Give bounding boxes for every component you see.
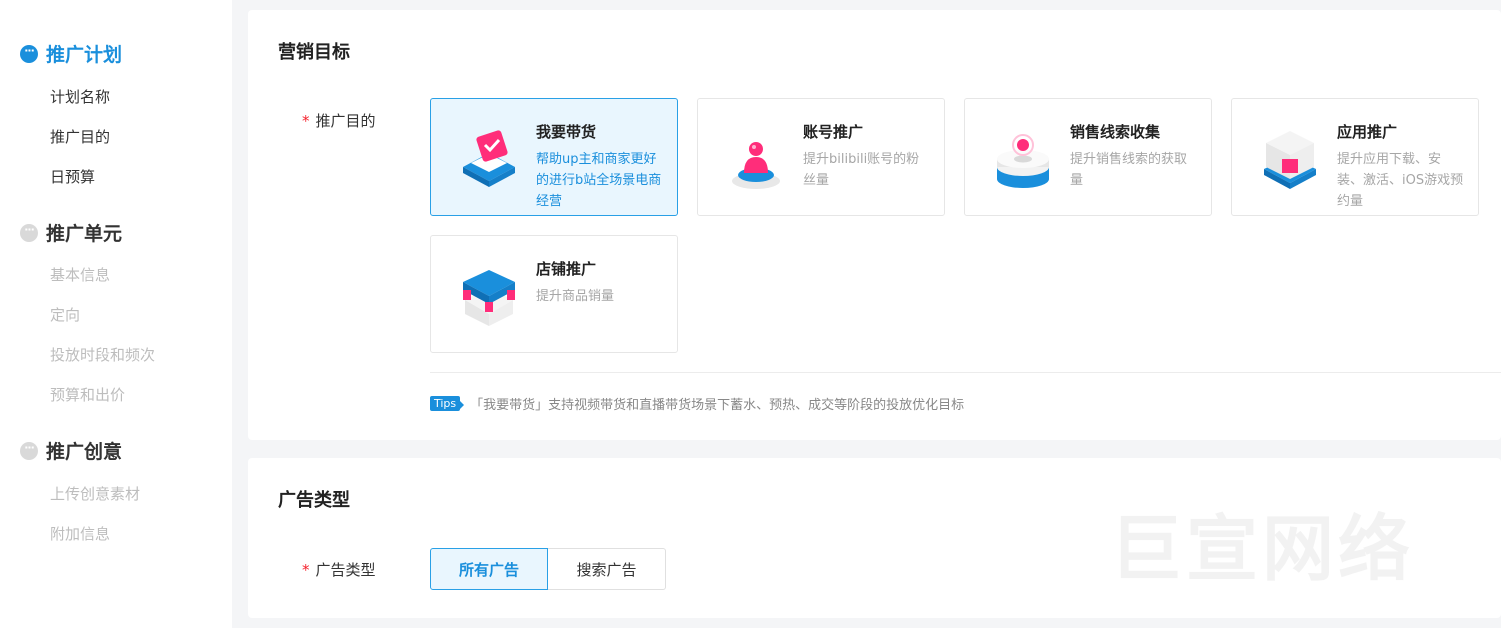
option-desc: 帮助up主和商家更好的进行b站全场景电商经营 (536, 152, 662, 209)
tips-badge: Tips (430, 396, 465, 411)
sidebar-nav: 推广计划 计划名称 推广目的 日预算 推广单元 基本信息 定向 投放时段和频次 … (0, 0, 232, 628)
option-store-promotion[interactable]: 店铺推广 提升商品销量 (430, 235, 678, 353)
sidebar-item-targeting[interactable]: 定向 (50, 304, 80, 325)
tips-row: Tips 「我要带货」支持视频带货和直播带货场景下蓄水、预热、成交等阶段的投放优… (430, 394, 964, 413)
marketing-goal-panel: 营销目标 * 推广目的 我要带货 帮助up主和商家更好的进行b站全场景电商经营 账… (248, 10, 1501, 440)
option-lead-collection[interactable]: 销售线索收集 提升销售线索的获取量 (964, 98, 1212, 216)
sidebar-item-plan-name[interactable]: 计划名称 (50, 86, 110, 107)
step-title: 推广计划 (46, 44, 123, 66)
step-inactive-icon (20, 223, 38, 242)
option-desc: 提升应用下载、安装、激活、iOS游戏预约量 (1337, 152, 1464, 209)
step-promotion-unit[interactable]: 推广单元 (20, 219, 122, 246)
shopping-bag-icon (463, 130, 515, 187)
ad-type-search-button[interactable]: 搜索广告 (548, 548, 666, 590)
required-mark: * (302, 112, 310, 130)
sidebar-item-basic-info[interactable]: 基本信息 (50, 264, 110, 285)
sidebar-item-upload-creative[interactable]: 上传创意素材 (50, 483, 140, 504)
panel-title: 广告类型 (278, 490, 350, 511)
account-person-icon (732, 142, 780, 189)
lead-collection-icon (997, 134, 1049, 188)
step-promotion-plan[interactable]: 推广计划 (20, 40, 122, 67)
step-promotion-creative[interactable]: 推广创意 (20, 437, 122, 464)
step-title: 推广创意 (46, 441, 123, 463)
ad-type-all-button[interactable]: 所有广告 (430, 548, 548, 590)
option-sell-goods[interactable]: 我要带货 帮助up主和商家更好的进行b站全场景电商经营 (430, 98, 678, 216)
step-active-icon (20, 44, 38, 63)
option-name: 应用推广 (1337, 123, 1398, 141)
sidebar-item-schedule[interactable]: 投放时段和频次 (50, 344, 155, 365)
panel-title: 营销目标 (278, 42, 350, 63)
option-name: 我要带货 (536, 123, 597, 141)
option-name: 账号推广 (803, 123, 864, 141)
tips-text: 「我要带货」支持视频带货和直播带货场景下蓄水、预热、成交等阶段的投放优化目标 (470, 398, 965, 413)
sidebar-item-purpose[interactable]: 推广目的 (50, 126, 110, 147)
option-desc: 提升bilibili账号的粉丝量 (803, 152, 920, 188)
sidebar-item-extra-info[interactable]: 附加信息 (50, 523, 110, 544)
ad-type-label: * 广告类型 (302, 561, 376, 579)
sidebar-item-daily-budget[interactable]: 日预算 (50, 166, 95, 187)
step-title: 推广单元 (46, 223, 123, 245)
watermark: 巨宣网络 (1110, 507, 1415, 591)
option-account-promotion[interactable]: 账号推广 提升bilibili账号的粉丝量 (697, 98, 945, 216)
option-desc: 提升销售线索的获取量 (1070, 152, 1188, 188)
sidebar-item-budget-bid[interactable]: 预算和出价 (50, 384, 125, 405)
app-box-icon (1264, 131, 1316, 189)
required-mark: * (302, 561, 310, 579)
option-name: 店铺推广 (536, 260, 597, 278)
divider (430, 372, 1501, 373)
step-inactive-icon (20, 441, 38, 460)
option-desc: 提升商品销量 (536, 289, 615, 304)
ad-type-toggle: 所有广告 搜索广告 (430, 548, 666, 590)
purpose-label: * 推广目的 (302, 112, 376, 130)
option-name: 销售线索收集 (1070, 123, 1161, 141)
store-icon (463, 270, 515, 326)
option-app-promotion[interactable]: 应用推广 提升应用下载、安装、激活、iOS游戏预约量 (1231, 98, 1479, 216)
